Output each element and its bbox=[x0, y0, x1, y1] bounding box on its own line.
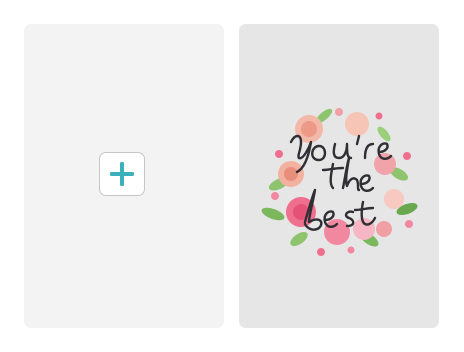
plus-icon bbox=[110, 162, 134, 186]
card-design-preview[interactable] bbox=[239, 24, 439, 328]
flower-decoration bbox=[271, 108, 413, 256]
lettering-artwork bbox=[289, 134, 393, 231]
add-card-button[interactable] bbox=[99, 152, 145, 196]
floral-artwork-image bbox=[261, 108, 418, 256]
blank-card-slot[interactable] bbox=[24, 24, 224, 328]
